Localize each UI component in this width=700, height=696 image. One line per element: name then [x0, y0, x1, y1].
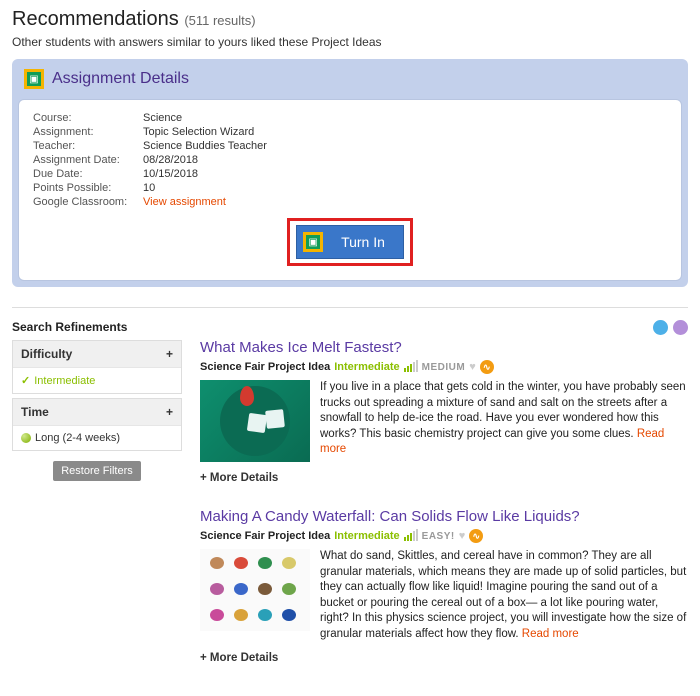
- results-content: What Makes Ice Melt Fastest? Science Fai…: [200, 320, 688, 688]
- result-description: What do sand, Skittles, and cereal have …: [320, 549, 688, 642]
- restore-filters-button[interactable]: Restore Filters: [53, 461, 141, 481]
- email-icon[interactable]: [673, 320, 688, 335]
- result-card: Making A Candy Waterfall: Can Solids Flo…: [200, 508, 688, 664]
- assign-date-value: 08/28/2018: [143, 154, 198, 166]
- assign-date-label: Assignment Date:: [33, 154, 143, 166]
- result-kind: Science Fair Project Idea: [200, 361, 330, 373]
- assignment-body: Course:Science Assignment:Topic Selectio…: [18, 99, 682, 281]
- assignment-title: Assignment Details: [52, 70, 189, 88]
- difficulty-bars-icon: [404, 362, 418, 372]
- time-dot-icon: [21, 433, 31, 443]
- result-thumbnail[interactable]: [200, 549, 310, 631]
- result-difficulty: Intermediate: [334, 530, 399, 542]
- points-label: Points Possible:: [33, 182, 143, 194]
- result-kind: Science Fair Project Idea: [200, 530, 330, 542]
- turn-in-label: Turn In: [341, 234, 385, 250]
- turn-in-highlight: ▣ Turn In: [287, 218, 413, 266]
- due-date-value: 10/15/2018: [143, 168, 198, 180]
- difficulty-value-text: Intermediate: [34, 375, 95, 387]
- check-icon: ✓: [21, 374, 30, 387]
- filters-heading: Search Refinements: [12, 320, 182, 334]
- filter-difficulty: Difficulty + ✓ Intermediate: [12, 340, 182, 394]
- course-value: Science: [143, 112, 182, 124]
- assignment-value: Topic Selection Wizard: [143, 126, 254, 138]
- filter-time-head[interactable]: Time +: [13, 399, 181, 425]
- plus-icon: +: [166, 405, 173, 419]
- filter-difficulty-value[interactable]: ✓ Intermediate: [13, 367, 181, 393]
- assignment-header: ▣ Assignment Details: [18, 65, 682, 99]
- course-label: Course:: [33, 112, 143, 124]
- page-title: Recommendations (511 results): [12, 8, 688, 31]
- share-icons: [200, 320, 688, 335]
- result-meta: Science Fair Project Idea Intermediate E…: [200, 529, 688, 543]
- result-card: What Makes Ice Melt Fastest? Science Fai…: [200, 339, 688, 484]
- page-subhead: Other students with answers similar to y…: [12, 35, 688, 49]
- more-details-toggle[interactable]: + More Details: [200, 472, 688, 484]
- share-icon[interactable]: [653, 320, 668, 335]
- filter-time-value[interactable]: Long (2-4 weeks): [13, 425, 181, 450]
- title-text: Recommendations: [12, 8, 179, 30]
- result-desc-text: What do sand, Skittles, and cereal have …: [320, 550, 686, 640]
- google-classroom-icon: ▣: [303, 232, 323, 252]
- result-title-link[interactable]: What Makes Ice Melt Fastest?: [200, 339, 688, 356]
- due-date-label: Due Date:: [33, 168, 143, 180]
- gclassroom-label: Google Classroom:: [33, 196, 143, 208]
- points-value: 10: [143, 182, 155, 194]
- heart-icon[interactable]: ♥: [459, 530, 466, 542]
- time-value-text: Long (2-4 weeks): [35, 432, 120, 444]
- result-desc-text: If you live in a place that gets cold in…: [320, 381, 686, 440]
- filter-difficulty-label: Difficulty: [21, 347, 72, 361]
- heart-icon[interactable]: ♥: [469, 361, 476, 373]
- difficulty-bars-icon: [404, 531, 418, 541]
- result-description: If you live in a place that gets cold in…: [320, 380, 688, 462]
- assignment-panel: ▣ Assignment Details Course:Science Assi…: [12, 59, 688, 287]
- divider: [12, 307, 688, 308]
- filters-sidebar: Search Refinements Difficulty + ✓ Interm…: [12, 320, 182, 688]
- assignment-label: Assignment:: [33, 126, 143, 138]
- result-title-link[interactable]: Making A Candy Waterfall: Can Solids Flo…: [200, 508, 688, 525]
- filter-time-label: Time: [21, 405, 49, 419]
- result-time: EASY!: [422, 531, 455, 542]
- badge-icon: ∿: [480, 360, 494, 374]
- result-thumbnail[interactable]: [200, 380, 310, 462]
- results-layout: Search Refinements Difficulty + ✓ Interm…: [12, 320, 688, 688]
- turn-in-button[interactable]: ▣ Turn In: [296, 225, 404, 259]
- result-time: MEDIUM: [422, 362, 466, 373]
- result-count: (511 results): [184, 13, 255, 28]
- teacher-value: Science Buddies Teacher: [143, 140, 267, 152]
- result-difficulty: Intermediate: [334, 361, 399, 373]
- read-more-link[interactable]: Read more: [522, 628, 579, 640]
- plus-icon: +: [166, 347, 173, 361]
- result-meta: Science Fair Project Idea Intermediate M…: [200, 360, 688, 374]
- more-details-toggle[interactable]: + More Details: [200, 652, 688, 664]
- filter-difficulty-head[interactable]: Difficulty +: [13, 341, 181, 367]
- filter-time: Time + Long (2-4 weeks): [12, 398, 182, 451]
- google-classroom-icon: ▣: [24, 69, 44, 89]
- badge-icon: ∿: [469, 529, 483, 543]
- teacher-label: Teacher:: [33, 140, 143, 152]
- view-assignment-link[interactable]: View assignment: [143, 196, 226, 208]
